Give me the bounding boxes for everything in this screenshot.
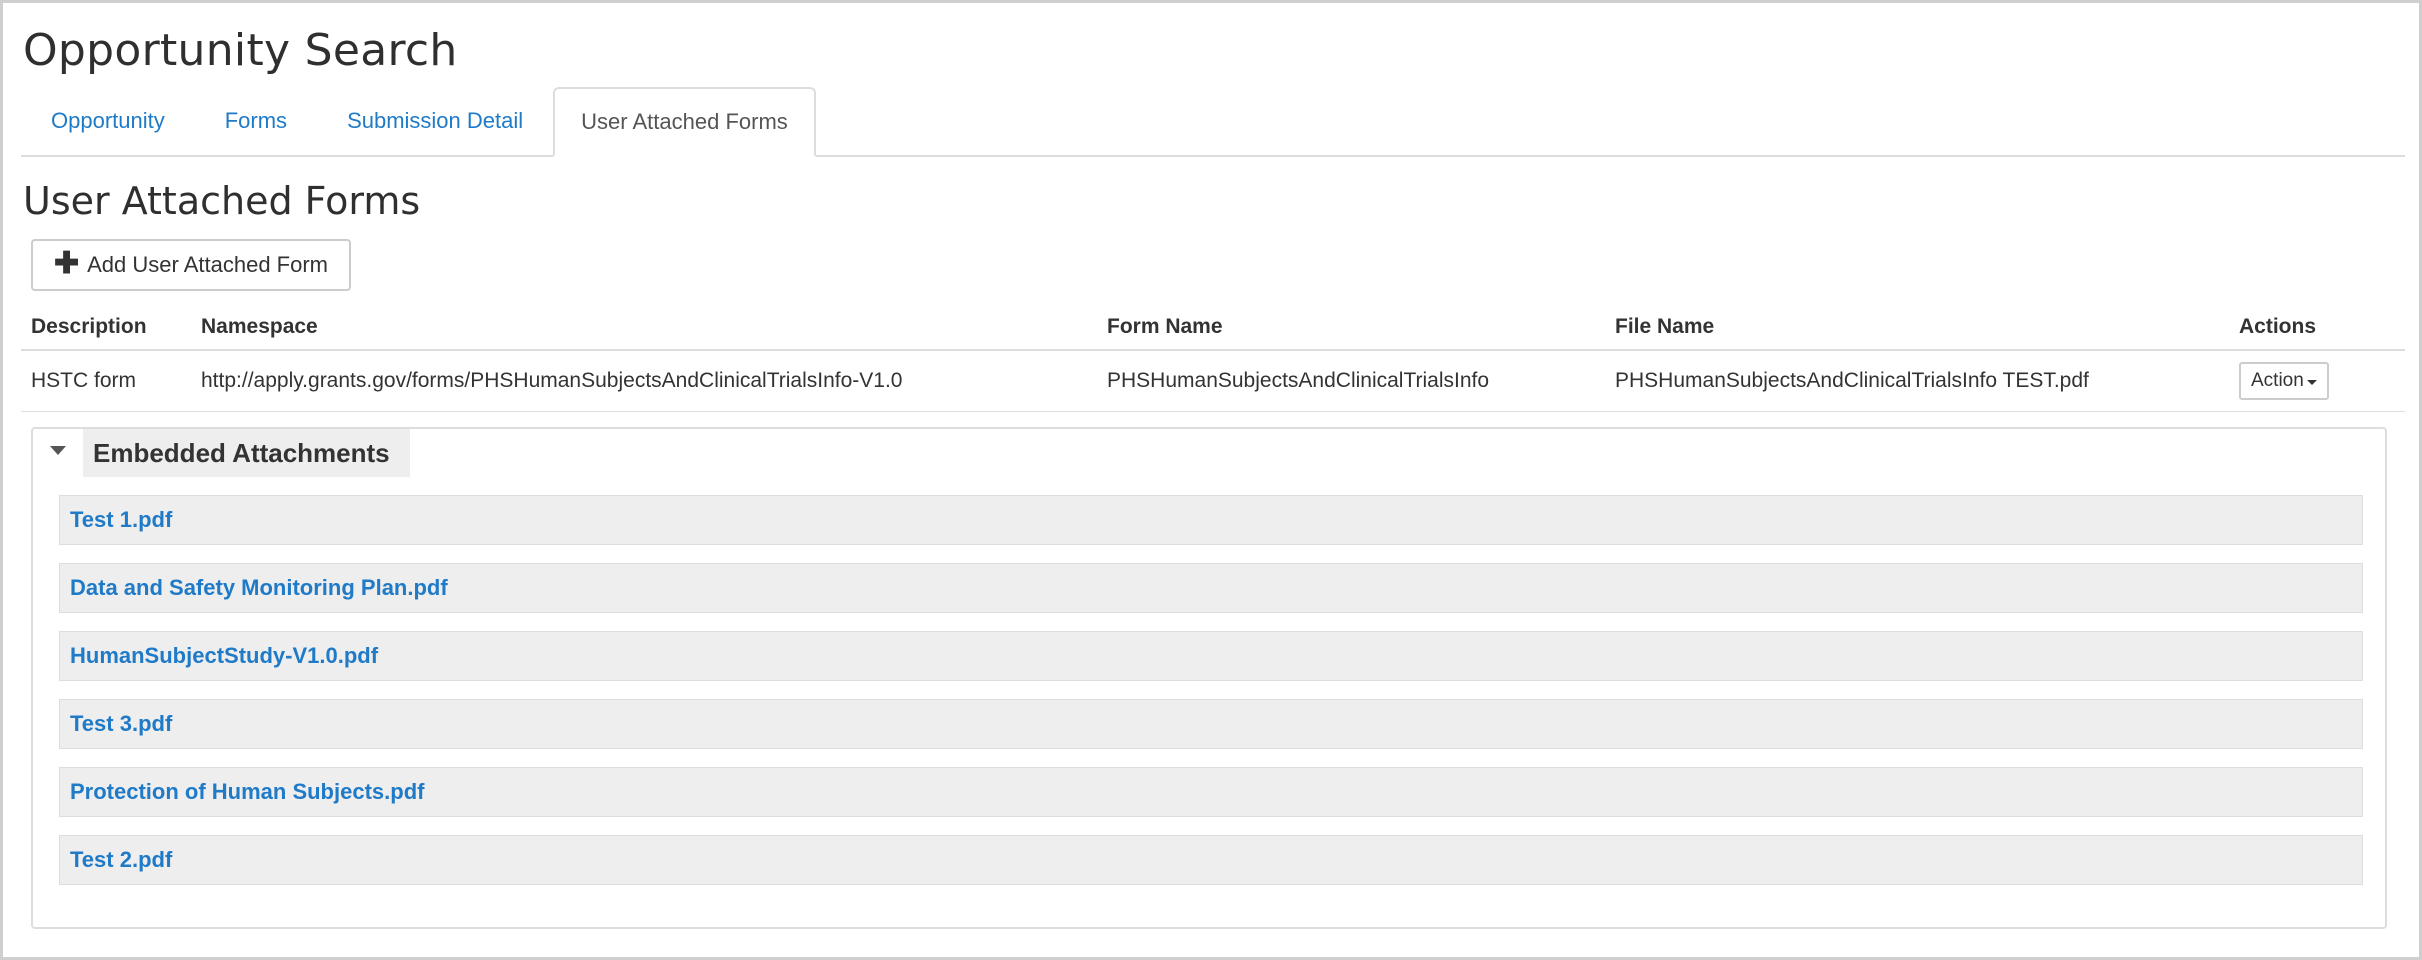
tab-forms[interactable]: Forms [195,87,317,155]
list-item: Protection of Human Subjects.pdf [59,767,2363,817]
list-item: HumanSubjectStudy-V1.0.pdf [59,631,2363,681]
attachment-link[interactable]: HumanSubjectStudy-V1.0.pdf [70,643,378,669]
list-item: Test 1.pdf [59,495,2363,545]
cell-actions: Action [2229,350,2405,412]
plus-icon: ✚ [53,247,80,280]
user-attached-forms-table: Description Namespace Form Name File Nam… [21,305,2405,412]
list-item: Test 3.pdf [59,699,2363,749]
attachment-link[interactable]: Test 3.pdf [70,711,172,737]
list-item: Test 2.pdf [59,835,2363,885]
tab-opportunity[interactable]: Opportunity [21,87,195,155]
cell-file-name: PHSHumanSubjectsAndClinicalTrialsInfo TE… [1605,350,2229,412]
add-button-label: Add User Attached Form [87,252,329,277]
column-header-file-name: File Name [1605,305,2229,351]
cell-description: HSTC form [21,350,191,412]
caret-down-icon [2306,380,2317,385]
embedded-attachments-panel: Embedded Attachments Test 1.pdf Data and… [31,427,2387,929]
page-title: Opportunity Search [23,25,458,76]
column-header-actions: Actions [2229,305,2405,351]
add-user-attached-form-button[interactable]: ✚ Add User Attached Form [31,239,351,291]
attachment-link[interactable]: Data and Safety Monitoring Plan.pdf [70,575,448,601]
attachment-link[interactable]: Test 1.pdf [70,507,172,533]
list-item: Data and Safety Monitoring Plan.pdf [59,563,2363,613]
cell-namespace: http://apply.grants.gov/forms/PHSHumanSu… [191,350,1097,412]
collapse-toggle[interactable] [33,429,83,477]
attachment-link[interactable]: Protection of Human Subjects.pdf [70,779,424,805]
action-button-label: Action [2251,370,2304,391]
column-header-form-name: Form Name [1097,305,1605,351]
attachment-link[interactable]: Test 2.pdf [70,847,172,873]
table-row: HSTC form http://apply.grants.gov/forms/… [21,350,2405,412]
tab-user-attached-forms[interactable]: User Attached Forms [553,87,816,157]
tab-submission-detail[interactable]: Submission Detail [317,87,553,155]
table-header-row: Description Namespace Form Name File Nam… [21,305,2405,351]
page: Opportunity Search Opportunity Forms Sub… [21,3,2405,957]
attachment-list: Test 1.pdf Data and Safety Monitoring Pl… [59,495,2363,903]
embedded-attachments-title: Embedded Attachments [83,429,410,477]
triangle-down-icon [50,445,66,455]
embedded-attachments-header: Embedded Attachments [33,429,410,477]
column-header-namespace: Namespace [191,305,1097,351]
tab-bar: Opportunity Forms Submission Detail User… [21,87,2405,157]
cell-form-name: PHSHumanSubjectsAndClinicalTrialsInfo [1097,350,1605,412]
action-dropdown-button[interactable]: Action [2239,362,2329,400]
section-title: User Attached Forms [23,179,421,223]
column-header-description: Description [21,305,191,351]
